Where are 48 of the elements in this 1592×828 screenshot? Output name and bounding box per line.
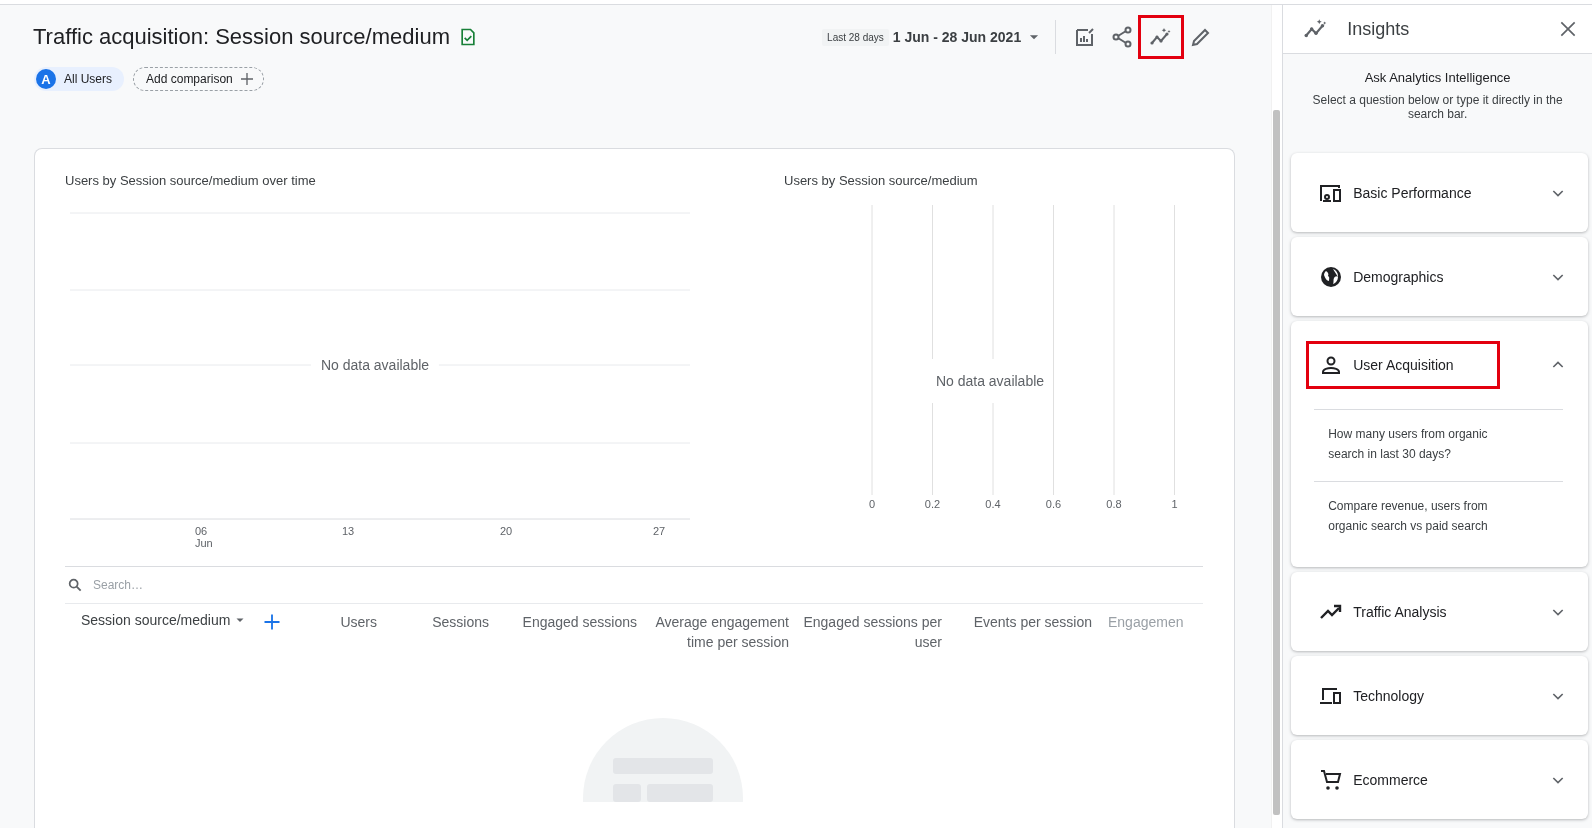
search-field[interactable]: Search… [91, 572, 1203, 598]
close-icon [1558, 19, 1578, 39]
axis-label: 1 [1171, 498, 1178, 510]
column-header[interactable]: Users [294, 612, 377, 632]
column-header[interactable]: Sessions [389, 612, 489, 632]
chart-title: Users by Session source/medium over time [65, 173, 317, 190]
suggested-question[interactable]: How many users from organic search in last 30 days? [1314, 409, 1563, 481]
axis-label: 0.4 [985, 498, 1001, 510]
section-header[interactable]: Traffic Analysis [1306, 587, 1460, 636]
panel-subtitle: Select a question below or type it directly in the search bar. [1311, 93, 1564, 121]
axis-label: Jun [195, 537, 213, 549]
page-title: Traffic acquisition: Session source/medium [33, 24, 450, 50]
segment-badge: A [36, 69, 56, 89]
column-header[interactable]: Average engagement time per session [649, 612, 789, 652]
panel-title: Insights [1347, 18, 1411, 40]
section-header[interactable]: Technology [1306, 671, 1438, 720]
date-preset-chip: Last 28 days [822, 28, 889, 46]
section-header[interactable]: Ecommerce [1306, 755, 1441, 804]
globe-icon [1319, 264, 1344, 289]
axis-label: 0 [868, 498, 876, 510]
close-button[interactable] [1558, 19, 1578, 39]
section-header[interactable]: User Acquisition [1306, 341, 1501, 389]
axis-label: 13 [342, 525, 355, 537]
plus-icon [262, 612, 283, 632]
segment-chip[interactable]: A All Users [34, 67, 124, 91]
axis-label: 20 [500, 525, 513, 537]
column-header[interactable]: Engaged sessions [501, 612, 637, 632]
cart-icon [1319, 767, 1344, 792]
insights-button[interactable] [1138, 15, 1185, 59]
segment-label: All Users [64, 72, 112, 86]
section-header[interactable]: Demographics [1306, 252, 1457, 301]
add-dimension-button[interactable] [262, 612, 283, 632]
axis-label: 0.8 [1106, 498, 1122, 510]
suggested-question[interactable]: Compare revenue, users from organic search vs paid search [1314, 481, 1563, 553]
column-header[interactable]: Engaged sessions per user [801, 612, 942, 652]
search-icon [67, 577, 83, 593]
column-header[interactable]: Events per session [954, 612, 1092, 632]
axis-label: 0.2 [924, 498, 941, 510]
panel-heading: Ask Analytics Intelligence [1363, 70, 1512, 85]
dimension-selector[interactable]: Session source/medium [81, 612, 247, 628]
plus-icon [238, 71, 255, 87]
axis-label: 0.6 [1045, 498, 1062, 510]
chart-title: Users by Session source/medium [784, 173, 979, 190]
date-range-picker[interactable]: 1 Jun - 28 Jun 2021 [892, 29, 1042, 45]
scrollbar-thumb[interactable] [1273, 110, 1281, 815]
section-header[interactable]: Basic Performance [1306, 168, 1485, 217]
axis-label: 27 [653, 525, 666, 537]
axis-label: 06 [195, 525, 208, 537]
